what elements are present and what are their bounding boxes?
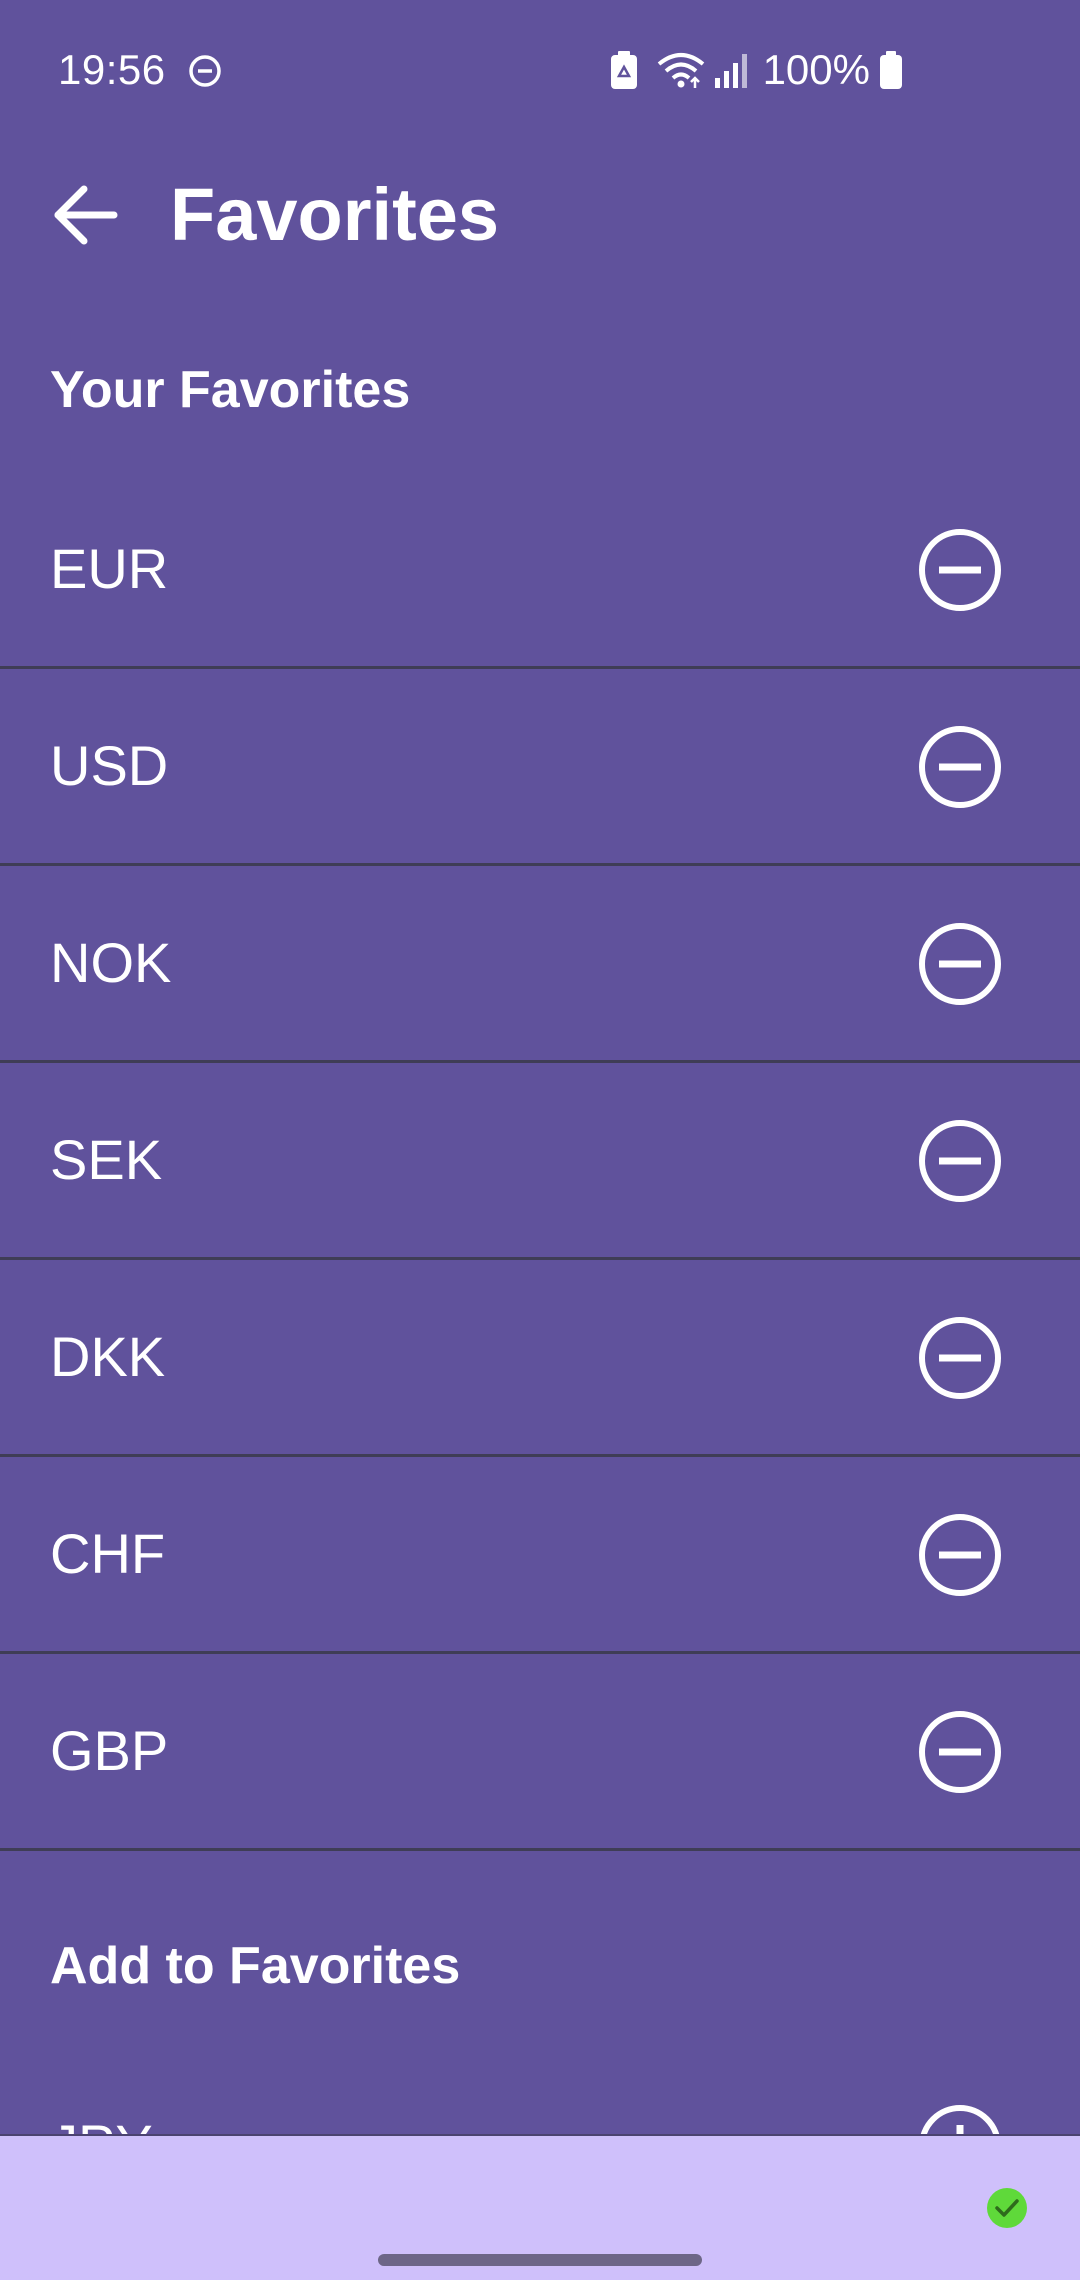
favorite-item: CHF	[0, 1457, 1080, 1654]
remove-circle-icon[interactable]	[918, 528, 1002, 612]
wifi-icon	[657, 53, 704, 88]
cellular-signal-icon	[714, 54, 747, 88]
currency-code: GBP	[50, 1719, 169, 1782]
battery-percentage: 100%	[762, 46, 870, 93]
favorite-item: SEK	[0, 1063, 1080, 1260]
remove-circle-icon[interactable]	[918, 922, 1002, 1006]
favorite-item: NOK	[0, 866, 1080, 1063]
remove-circle-icon[interactable]	[918, 1513, 1002, 1597]
status-icons: 100%	[609, 44, 904, 96]
remove-circle-icon[interactable]	[918, 1316, 1002, 1400]
currency-code: DKK	[50, 1325, 166, 1388]
favorite-item: DKK	[0, 1260, 1080, 1457]
currency-code: JPY	[50, 2048, 153, 2134]
page-title: Favorites	[170, 173, 500, 256]
favorite-item: GBP	[0, 1654, 1080, 1851]
add-to-favorites-header: Add to Favorites	[50, 1937, 461, 1995]
bottom-bar	[0, 2134, 1080, 2280]
remove-circle-icon[interactable]	[918, 1710, 1002, 1794]
battery-saver-icon	[610, 51, 637, 89]
status-bar: 19:56 100%	[0, 0, 1080, 140]
check-circle-icon	[987, 2188, 1027, 2228]
add-circle-icon[interactable]	[918, 2104, 1002, 2134]
currency-code: EUR	[50, 537, 169, 600]
arrow-left-icon[interactable]	[50, 180, 120, 250]
remove-circle-icon[interactable]	[918, 1119, 1002, 1203]
status-time: 19:56	[58, 46, 166, 93]
home-indicator[interactable]	[378, 2254, 702, 2266]
your-favorites-header: Your Favorites	[50, 361, 411, 419]
do-not-disturb-icon	[189, 55, 221, 87]
add-favorite-item: JPY	[0, 2048, 1080, 2134]
app-bar: Favorites	[0, 140, 1080, 288]
favorite-item: EUR	[0, 472, 1080, 669]
favorite-item: USD	[0, 669, 1080, 866]
currency-code: USD	[50, 734, 169, 797]
favorites-list: EUR USD NOK SEK DKK CHF GBP	[0, 472, 1080, 1851]
add-favorites-list: JPY	[0, 2048, 1080, 2134]
currency-code: NOK	[50, 931, 172, 994]
battery-icon	[880, 51, 902, 89]
remove-circle-icon[interactable]	[918, 725, 1002, 809]
currency-code: CHF	[50, 1522, 166, 1585]
currency-code: SEK	[50, 1128, 163, 1191]
